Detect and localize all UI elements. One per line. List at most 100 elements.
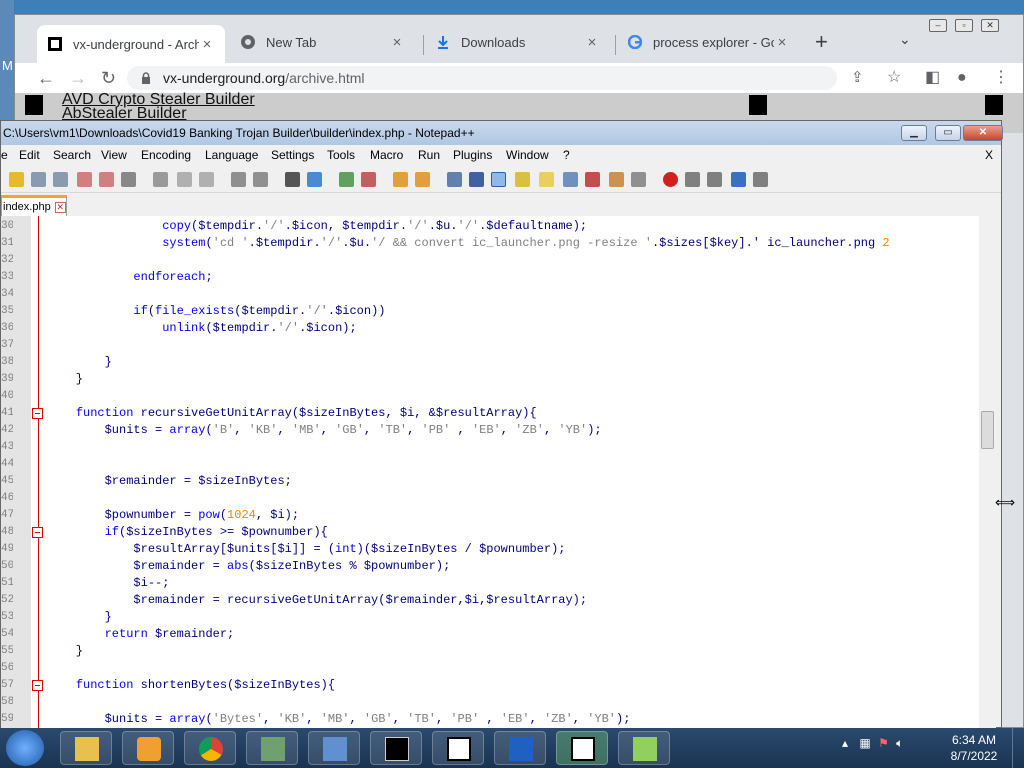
- user-defined-language-icon[interactable]: [515, 172, 530, 187]
- tab-process-explorer-search[interactable]: process explorer - Goog ×: [617, 27, 800, 57]
- code-line[interactable]: 40: [1, 388, 979, 405]
- code-line[interactable]: 43: [1, 439, 979, 456]
- code-line[interactable]: 39 }: [1, 371, 979, 388]
- undo-icon[interactable]: [231, 172, 246, 187]
- menu-file[interactable]: e: [1, 148, 8, 162]
- code-line[interactable]: 32: [1, 252, 979, 269]
- copy-icon[interactable]: [177, 172, 192, 187]
- code-line[interactable]: 54 return $remainder;: [1, 626, 979, 643]
- zoom-in-icon[interactable]: [339, 172, 354, 187]
- close-tab-icon[interactable]: ×: [199, 36, 215, 53]
- replace-icon[interactable]: [307, 172, 322, 187]
- monitoring-icon[interactable]: [609, 172, 624, 187]
- code-line[interactable]: 33 endforeach;: [1, 269, 979, 286]
- window-title-bar[interactable]: C:\Users\vm1\Downloads\Covid19 Banking T…: [1, 121, 1003, 145]
- network-icon[interactable]: ▦: [859, 736, 870, 750]
- code-line[interactable]: 49 $resultArray[$units[$i]] = (int)($siz…: [1, 541, 979, 558]
- close-window-button[interactable]: ✕: [963, 125, 1003, 141]
- macro-run-multiple-icon[interactable]: [731, 172, 746, 187]
- code-line[interactable]: 57 function shortenBytes($sizeInBytes){: [1, 677, 979, 694]
- fold-toggle-icon[interactable]: [32, 408, 43, 419]
- taskbar-chrome[interactable]: [184, 731, 236, 765]
- code-line[interactable]: 51 $i--;: [1, 575, 979, 592]
- menu-plugins[interactable]: Plugins: [453, 148, 492, 162]
- close-file-icon[interactable]: [77, 172, 92, 187]
- reload-icon[interactable]: ↻: [101, 67, 116, 89]
- code-line[interactable]: 37: [1, 337, 979, 354]
- code-editor[interactable]: 30 copy($tempdir.'/'.$icon, $tempdir.'/'…: [1, 216, 979, 729]
- maximize-button[interactable]: ▫: [955, 19, 973, 32]
- taskbar-7zip[interactable]: [432, 731, 484, 765]
- paste-icon[interactable]: [199, 172, 214, 187]
- code-line[interactable]: 41 function recursiveGetUnitArray($sizeI…: [1, 405, 979, 422]
- forward-arrow-icon[interactable]: →: [69, 67, 87, 89]
- menu-kebab-icon[interactable]: ⋮: [993, 67, 1009, 89]
- tab-vx-underground[interactable]: vx-underground - Archi ×: [37, 25, 225, 63]
- close-window-button[interactable]: ✕: [981, 19, 999, 32]
- taskbar-command-prompt[interactable]: [370, 731, 422, 765]
- print-icon[interactable]: [121, 172, 136, 187]
- macro-save-icon[interactable]: [753, 172, 768, 187]
- code-line[interactable]: 47 $pownumber = pow(1024, $i);: [1, 507, 979, 524]
- save-all-icon[interactable]: [53, 172, 68, 187]
- taskbar-notepad-plus-plus[interactable]: [618, 731, 670, 765]
- fold-toggle-icon[interactable]: [32, 680, 43, 691]
- clock[interactable]: 6:34 AM 8/7/2022: [944, 732, 1004, 764]
- find-icon[interactable]: [285, 172, 300, 187]
- vertical-scrollbar[interactable]: [979, 216, 996, 729]
- folder-as-workspace-icon[interactable]: [585, 172, 600, 187]
- save-icon[interactable]: [31, 172, 46, 187]
- show-hidden-icons-icon[interactable]: ▴: [842, 736, 848, 750]
- code-line[interactable]: 44: [1, 456, 979, 473]
- zoom-out-icon[interactable]: [361, 172, 376, 187]
- code-line[interactable]: 30 copy($tempdir.'/'.$icon, $tempdir.'/'…: [1, 218, 979, 235]
- menu-macro[interactable]: Macro: [370, 148, 403, 162]
- close-tab-icon[interactable]: ✕: [54, 201, 66, 213]
- code-line[interactable]: 36 unlink($tempdir.'/'.$icon);: [1, 320, 979, 337]
- close-document-icon[interactable]: X: [985, 148, 993, 162]
- tab-new-tab[interactable]: New Tab ×: [230, 27, 415, 57]
- close-tab-icon[interactable]: ×: [774, 34, 790, 51]
- menu-tools[interactable]: Tools: [327, 148, 355, 162]
- code-line[interactable]: 55 }: [1, 643, 979, 660]
- code-line[interactable]: 31 system('cd '.$tempdir.'/'.$u.'/ && co…: [1, 235, 979, 252]
- fold-toggle-icon[interactable]: [32, 527, 43, 538]
- scrollbar-thumb[interactable]: [981, 411, 994, 449]
- code-line[interactable]: 42 $units = array('B', 'KB', 'MB', 'GB',…: [1, 422, 979, 439]
- menu-language[interactable]: Language: [205, 148, 258, 162]
- code-line[interactable]: 38 }: [1, 354, 979, 371]
- redo-icon[interactable]: [253, 172, 268, 187]
- code-line[interactable]: 34: [1, 286, 979, 303]
- taskbar-control-panel[interactable]: [308, 731, 360, 765]
- code-line[interactable]: 46: [1, 490, 979, 507]
- taskbar-file-explorer[interactable]: [60, 731, 112, 765]
- document-map-icon[interactable]: [539, 172, 554, 187]
- eye-icon[interactable]: [631, 172, 646, 187]
- sync-horizontal-icon[interactable]: [415, 172, 430, 187]
- cut-icon[interactable]: [153, 172, 168, 187]
- side-panel-icon[interactable]: ◧: [925, 67, 940, 89]
- macro-record-icon[interactable]: [663, 172, 678, 187]
- show-all-characters-icon[interactable]: [469, 172, 484, 187]
- code-line[interactable]: 56: [1, 660, 979, 677]
- function-list-icon[interactable]: [563, 172, 578, 187]
- taskbar-malwarebytes[interactable]: [494, 731, 546, 765]
- address-bar[interactable]: vx-underground.org/archive.html: [127, 66, 837, 90]
- taskbar-media-player[interactable]: [122, 731, 174, 765]
- menu-encoding[interactable]: Encoding: [141, 148, 191, 162]
- menu-help[interactable]: ?: [563, 148, 570, 162]
- code-line[interactable]: 45 $remainder = $sizeInBytes;: [1, 473, 979, 490]
- start-button[interactable]: [6, 730, 44, 766]
- minimize-button[interactable]: ‒: [929, 19, 947, 32]
- menu-run[interactable]: Run: [418, 148, 440, 162]
- menu-edit[interactable]: Edit: [19, 148, 40, 162]
- profile-avatar-icon[interactable]: ●: [957, 67, 967, 89]
- menu-window[interactable]: Window: [506, 148, 549, 162]
- menu-settings[interactable]: Settings: [271, 148, 314, 162]
- tab-downloads[interactable]: Downloads ×: [425, 27, 610, 57]
- code-line[interactable]: 53 }: [1, 609, 979, 626]
- document-tab[interactable]: index.php ✕: [1, 195, 67, 216]
- tab-search-chevron-icon[interactable]: ⌄: [899, 31, 911, 48]
- menu-view[interactable]: View: [101, 148, 127, 162]
- code-line[interactable]: 50 $remainder = abs($sizeInBytes % $pown…: [1, 558, 979, 575]
